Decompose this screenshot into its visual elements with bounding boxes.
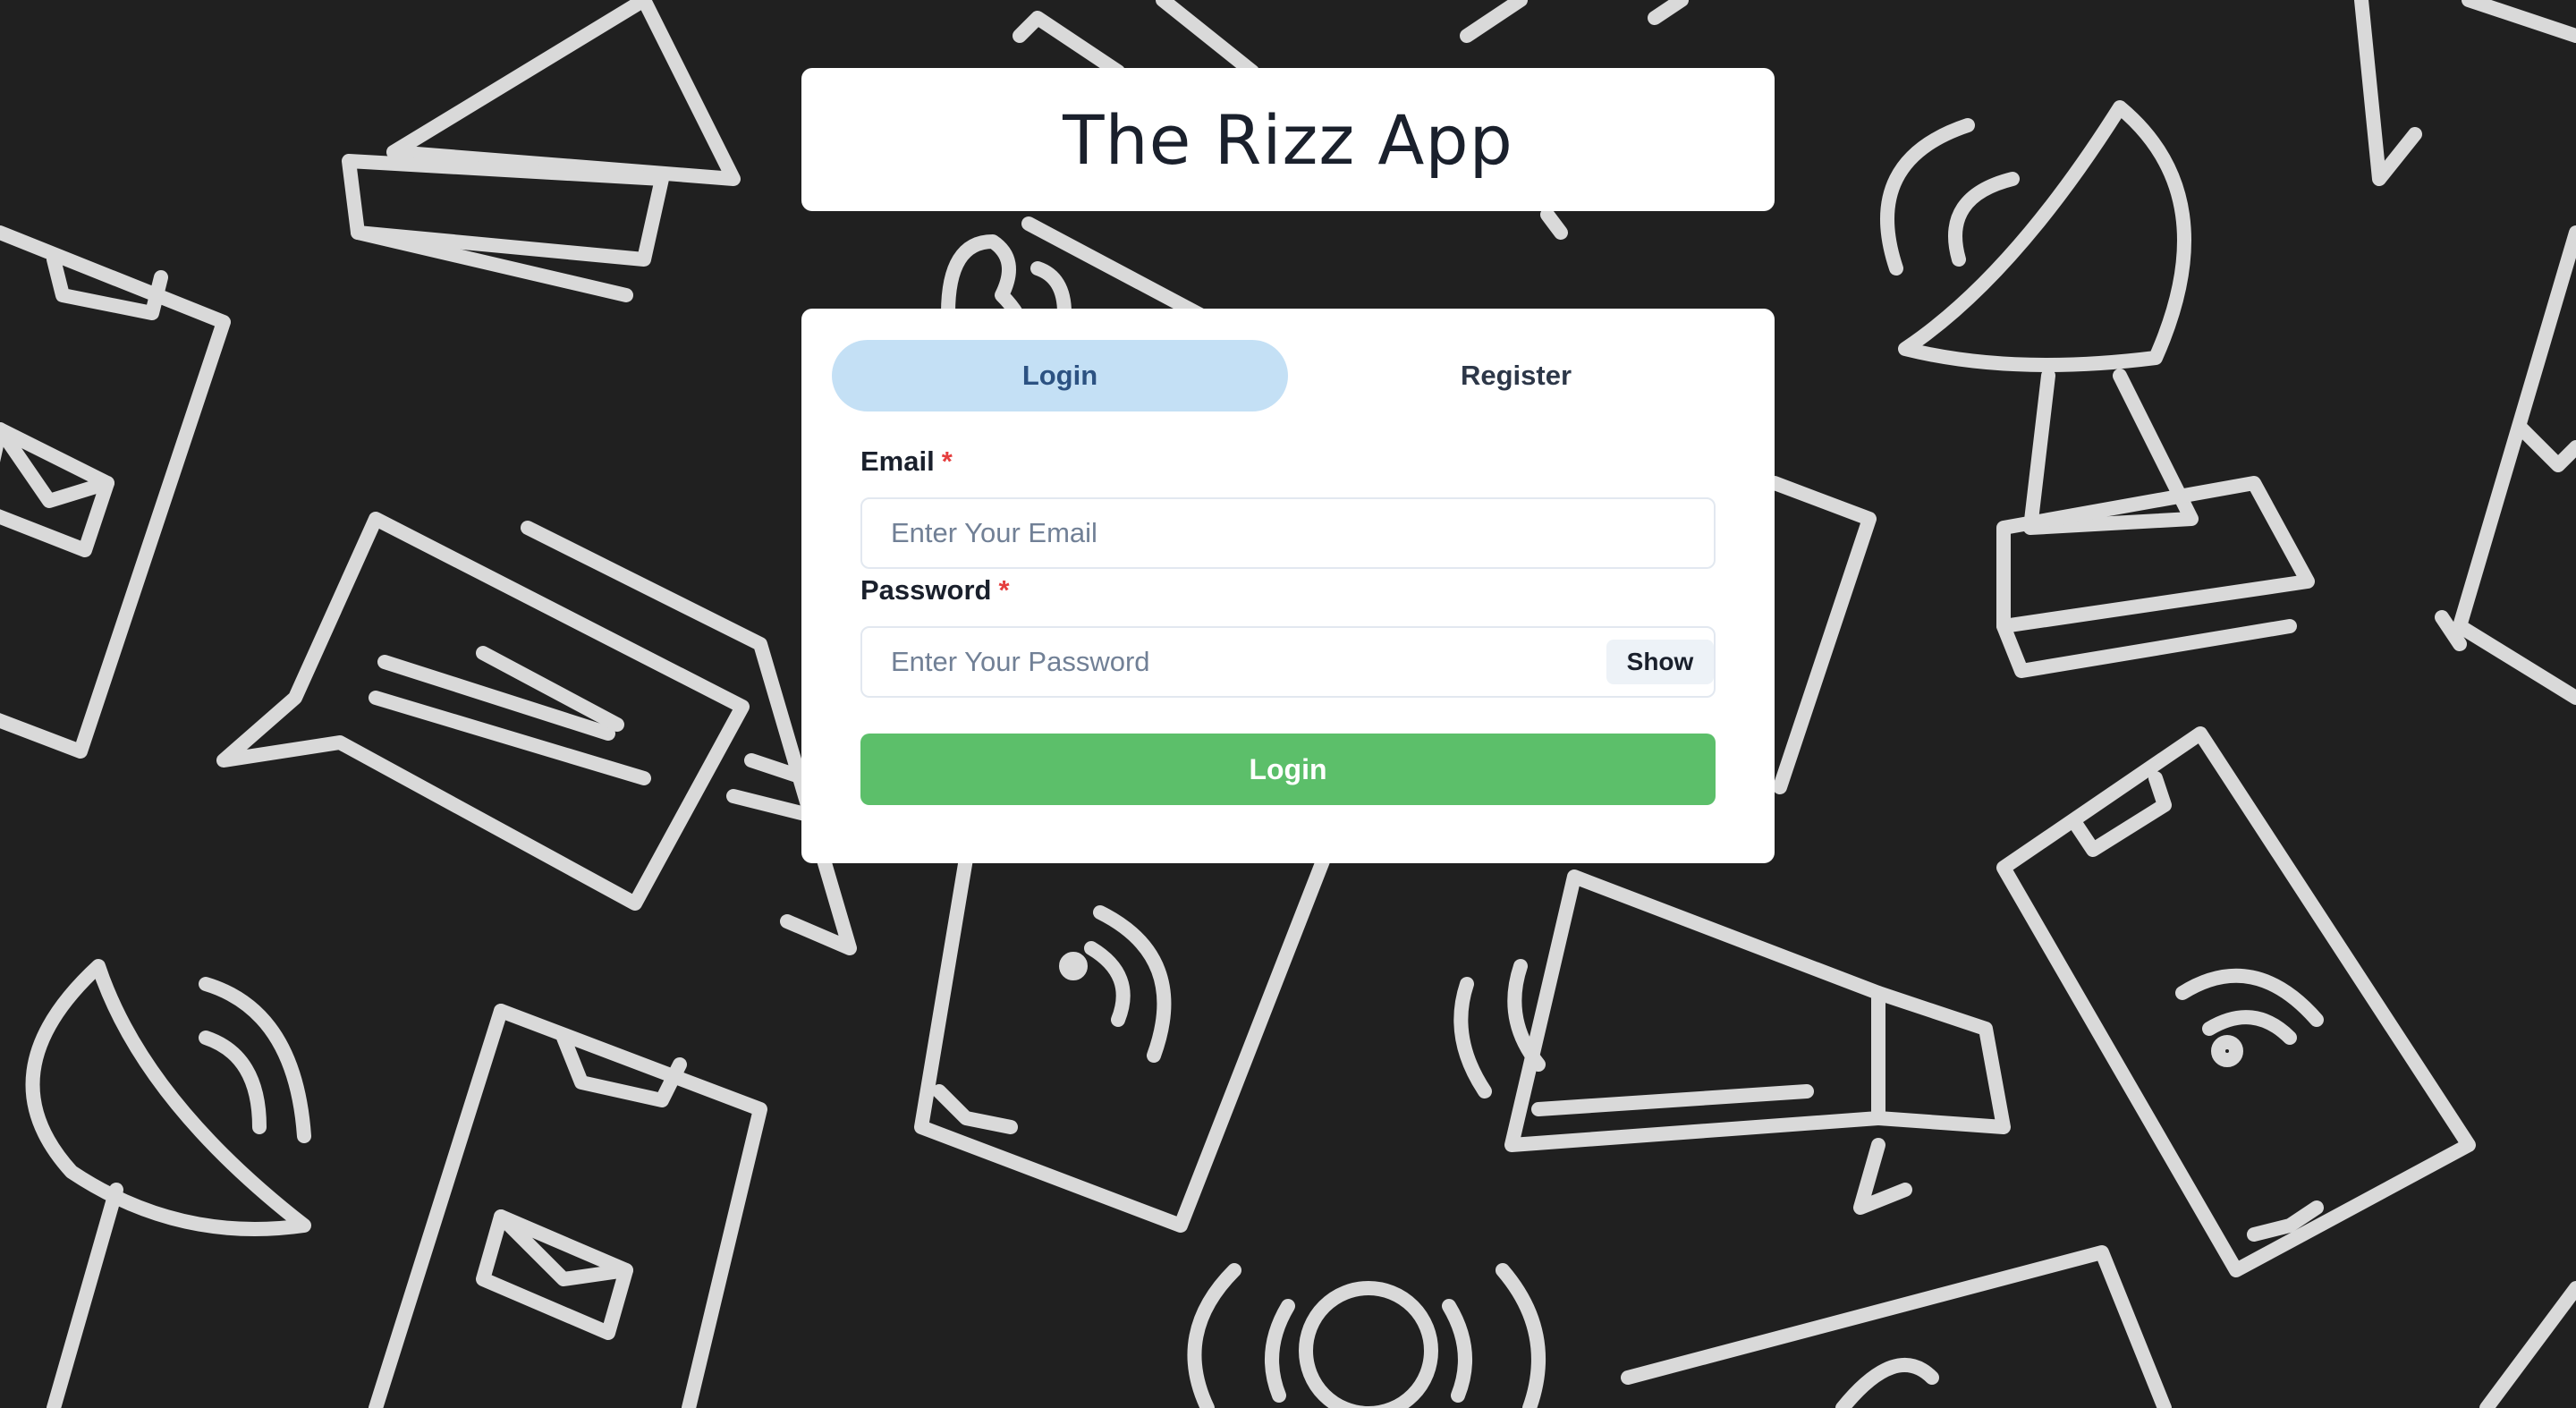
phone-icon [1996,726,2476,1277]
phone-icon [0,225,231,759]
chat-bubble-icon [216,512,857,955]
app-title: The Rizz App [1063,99,1513,180]
required-marker: * [998,574,1010,606]
phone-icon [2435,225,2576,705]
password-label-text: Password [860,574,992,606]
satellite-dish-icon [342,0,741,302]
tab-login[interactable]: Login [832,340,1288,411]
email-label-text: Email [860,445,935,477]
password-input[interactable] [860,626,1716,698]
required-marker: * [941,445,953,477]
wifi-icon [1187,1263,1546,1408]
tab-register[interactable]: Register [1288,340,1744,411]
app-title-card: The Rizz App [801,68,1775,211]
satellite-dish-icon [25,959,311,1408]
auth-form-card: Login Register Email* Password* Show Log… [801,309,1775,863]
login-submit-button[interactable]: Login [860,734,1716,805]
auth-tabs: Login Register [832,340,1744,411]
satellite-dish-icon [1880,100,2315,678]
megaphone-icon [1453,869,2011,1215]
email-input[interactable] [860,497,1716,569]
show-password-button[interactable]: Show [1606,640,1714,684]
password-label: Password * [860,574,1010,606]
envelope-icon [1767,476,1877,794]
email-label: Email * [860,445,953,478]
phone-icon [369,1004,767,1408]
envelope-icon [1621,1245,2172,1408]
